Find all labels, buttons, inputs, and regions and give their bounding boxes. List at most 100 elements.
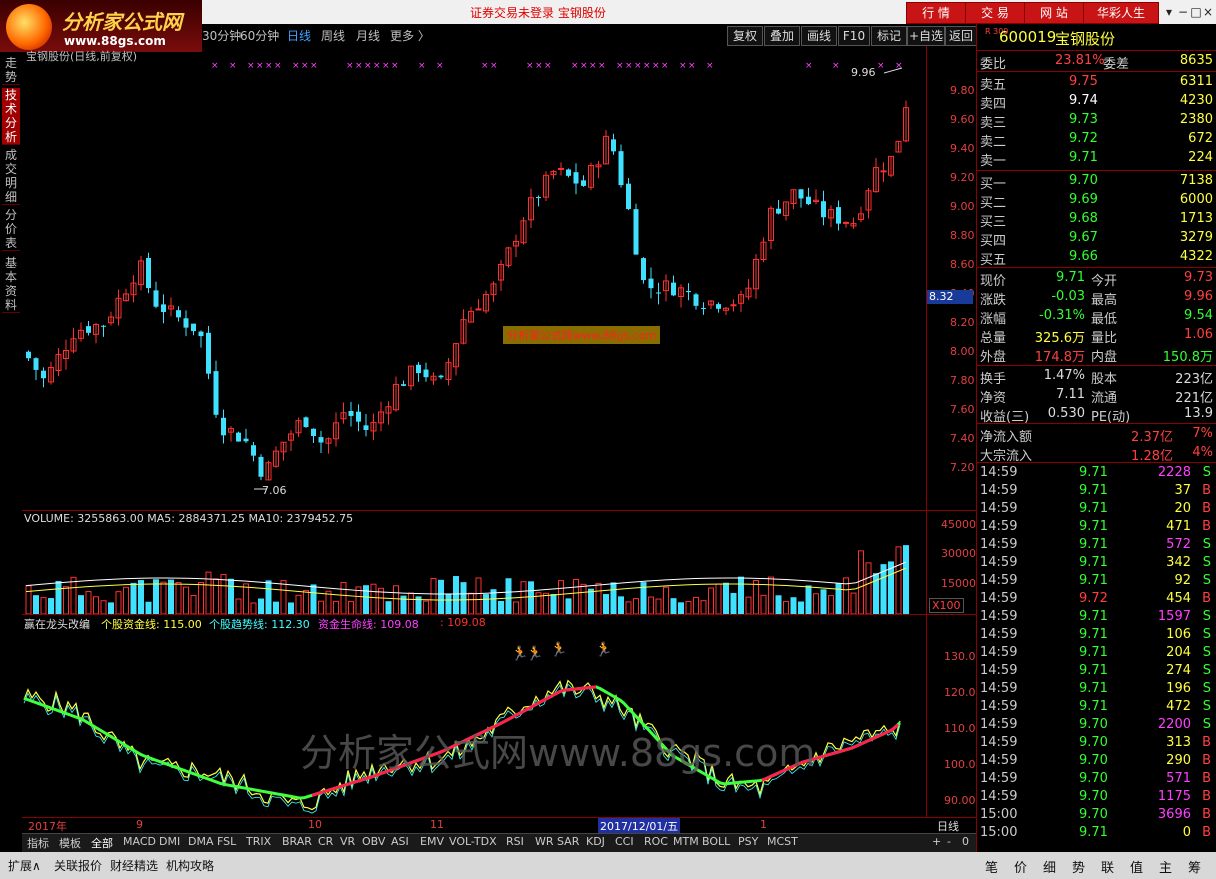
period-weekly[interactable]: 周线 [321, 27, 345, 44]
volume-bar [603, 594, 609, 614]
candlestick-chart[interactable]: × × × × × × × × × × × × × × × × × × × × × × × × × × × × × × × × × × × × × × × [22, 46, 926, 510]
indicator-tab-obv[interactable]: OBV [362, 835, 385, 848]
volume-bar [858, 550, 864, 614]
indicator-tab-wr[interactable]: WR [535, 835, 554, 848]
huacai-button[interactable]: 华彩人生 [1083, 2, 1159, 24]
nav-tab-technical[interactable]: 技术分析 [2, 88, 20, 145]
right-tab-6[interactable]: 主 [1159, 857, 1172, 876]
zoom-out-button[interactable]: - [947, 835, 951, 848]
candle-down [821, 201, 826, 218]
indicator-tab-vr[interactable]: VR [340, 835, 355, 848]
tick-row: 15:00 9.70 3696 B [977, 806, 1216, 824]
nav-tab-trades[interactable]: 成交明细 [2, 148, 20, 205]
right-tab-3[interactable]: 势 [1072, 857, 1085, 876]
related-quotes-tab[interactable]: 关联报价 [54, 857, 102, 874]
right-tab-5[interactable]: 值 [1130, 857, 1143, 876]
right-tab-4[interactable]: 联 [1101, 857, 1114, 876]
indicator-tab-fsl[interactable]: FSL [217, 835, 236, 848]
indicator-tab-asi[interactable]: ASI [391, 835, 409, 848]
mark-button[interactable]: 标记 [871, 26, 907, 46]
indicator-tab-模板[interactable]: 模板 [59, 835, 81, 851]
volume-bar [295, 594, 302, 614]
volume-bar [513, 601, 519, 614]
bid-label: 买四 [980, 234, 1007, 249]
tick-side: S [1202, 573, 1211, 588]
zoom-in-button[interactable]: + [932, 835, 941, 848]
stat-label: 股本 [1091, 372, 1118, 387]
indicator-tab-rsi[interactable]: RSI [506, 835, 524, 848]
indicator-tab-mcst[interactable]: MCST [767, 835, 798, 848]
indicator-tab-boll[interactable]: BOLL [702, 835, 730, 848]
indicator-tab-cr[interactable]: CR [318, 835, 333, 848]
zoom-reset-button[interactable]: 0 [962, 835, 969, 848]
f10-button[interactable]: F10 [838, 26, 870, 46]
indicator-tab-全部[interactable]: 全部 [91, 835, 113, 851]
candle-down [806, 196, 811, 205]
indicator-tab-vol-tdx[interactable]: VOL-TDX [449, 835, 497, 848]
nav-tab-trend[interactable]: 走势 [2, 56, 20, 85]
expand-tab[interactable]: 扩展∧ [8, 857, 41, 874]
website-button[interactable]: 网 站 [1024, 2, 1084, 24]
indicator-tab-sar[interactable]: SAR [557, 835, 579, 848]
bid-row[interactable]: 买二 9.69 6000 [977, 191, 1216, 211]
period-more[interactable]: 更多 〉 [390, 27, 430, 44]
stat-value: 0.530 [1047, 406, 1085, 421]
close-icon[interactable]: × [1199, 4, 1216, 20]
volume-bar [483, 594, 489, 614]
volume-bar [663, 586, 669, 614]
indicator-tab-trix[interactable]: TRIX [246, 835, 271, 848]
nav-tab-price-table[interactable]: 分价表 [2, 208, 20, 251]
bid-row[interactable]: 买四 9.67 3279 [977, 229, 1216, 249]
volume-chart[interactable] [22, 526, 926, 614]
indicator-tab-dma[interactable]: DMA [188, 835, 214, 848]
fuquan-button[interactable]: 复权 [727, 26, 763, 46]
volume-bar [805, 585, 812, 614]
indicator-tab-cci[interactable]: CCI [615, 835, 634, 848]
tick-time: 14:59 [980, 735, 1018, 750]
trade-button[interactable]: 交 易 [965, 2, 1025, 24]
overlay-button[interactable]: 叠加 [764, 26, 800, 46]
tick-time: 14:59 [980, 573, 1018, 588]
indicator-tab-指标[interactable]: 指标 [27, 835, 49, 851]
tick-price: 9.71 [1079, 645, 1108, 660]
indicator-tab-mtm[interactable]: MTM [673, 835, 699, 848]
indicator-tab-dmi[interactable]: DMI [159, 835, 180, 848]
add-favorite-button[interactable]: +自选 [907, 26, 945, 46]
indicator-tab-macd[interactable]: MACD [123, 835, 156, 848]
institution-tab[interactable]: 机构攻略 [166, 857, 214, 874]
volume-bar [273, 601, 279, 614]
period-monthly[interactable]: 月线 [356, 27, 380, 44]
period-60min[interactable]: 60分钟 [240, 27, 279, 44]
period-30min[interactable]: 30分钟 [202, 27, 241, 44]
back-button[interactable]: 返回 [945, 26, 977, 46]
indicator-tab-roc[interactable]: ROC [644, 835, 668, 848]
ask-row[interactable]: 卖二 9.72 672 [977, 130, 1216, 150]
ask-row[interactable]: 卖三 9.73 2380 [977, 111, 1216, 131]
indicator-tab-emv[interactable]: EMV [420, 835, 444, 848]
ask-row[interactable]: 卖五 9.75 6311 [977, 73, 1216, 93]
candle-up [475, 308, 482, 311]
indicator-tab-kdj[interactable]: KDJ [586, 835, 605, 848]
volume-bar [543, 592, 549, 614]
bid-row[interactable]: 买五 9.66 4322 [977, 248, 1216, 268]
right-tab-7[interactable]: 筹 [1188, 857, 1201, 876]
candle-down [648, 278, 654, 289]
right-tab-2[interactable]: 细 [1043, 857, 1056, 876]
indicator-tab-brar[interactable]: BRAR [282, 835, 312, 848]
ask-row[interactable]: 卖四 9.74 4230 [977, 92, 1216, 112]
draw-line-button[interactable]: 画线 [801, 26, 837, 46]
right-tab-0[interactable]: 笔 [985, 857, 998, 876]
period-daily[interactable]: 日线 [287, 27, 311, 44]
finance-select-tab[interactable]: 财经精选 [110, 857, 158, 874]
volume-bar [723, 582, 729, 614]
candle-down [41, 370, 46, 379]
right-tab-1[interactable]: 价 [1014, 857, 1027, 876]
ask-row[interactable]: 卖一 9.71 224 [977, 149, 1216, 169]
indicator-tab-psy[interactable]: PSY [738, 835, 758, 848]
nav-tab-fundamentals[interactable]: 基本资料 [2, 256, 20, 313]
divider [977, 423, 1216, 424]
market-button[interactable]: 行 情 [906, 2, 966, 24]
bid-row[interactable]: 买三 9.68 1713 [977, 210, 1216, 230]
bid-row[interactable]: 买一 9.70 7138 [977, 172, 1216, 192]
volume-bar [520, 581, 527, 614]
